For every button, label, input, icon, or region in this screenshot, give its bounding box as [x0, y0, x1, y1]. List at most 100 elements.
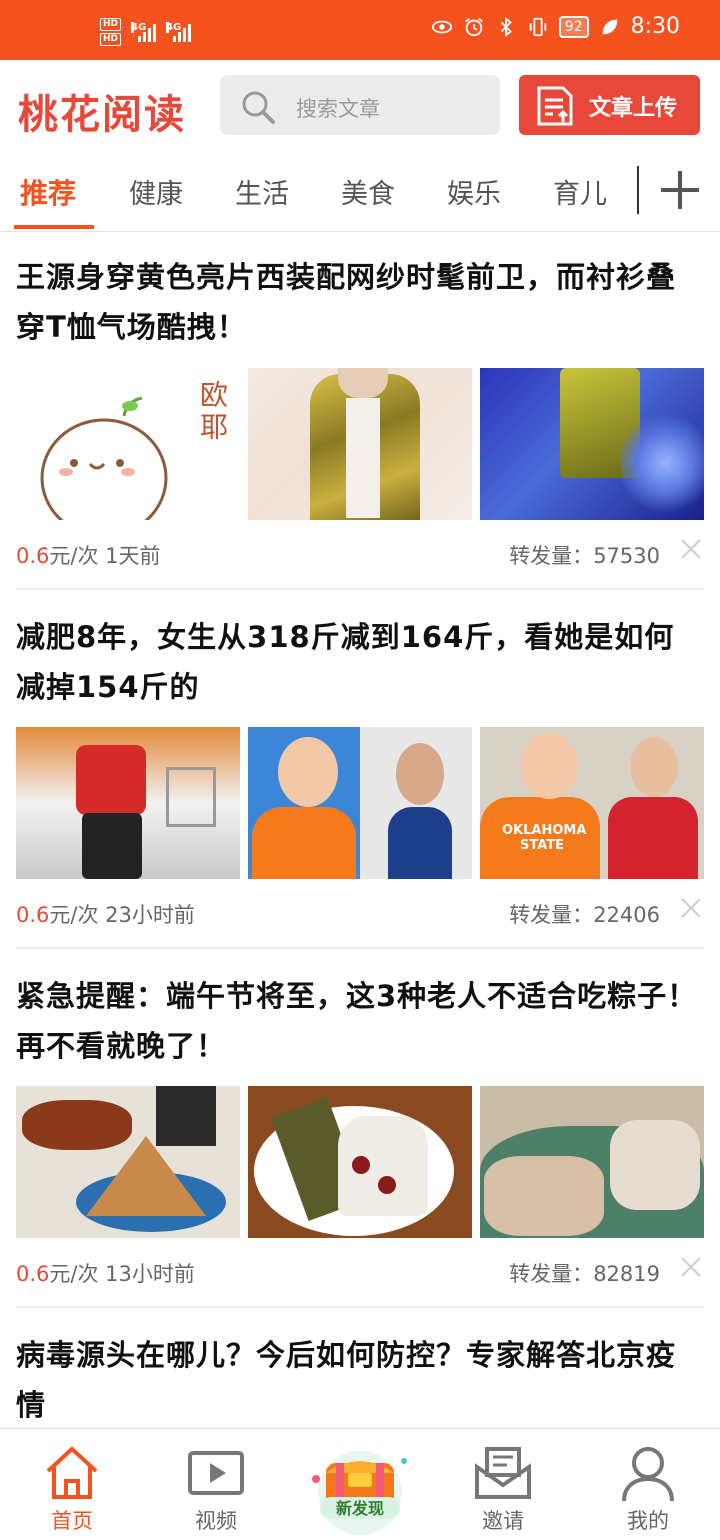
face-figure-1: [278, 737, 338, 807]
add-category-icon[interactable]: [658, 168, 702, 212]
red-shirt-figure: [76, 745, 146, 815]
publish-time: 13小时前: [105, 1262, 195, 1286]
article-card[interactable]: 紧急提醒：端午节将至，这3种老人不适合吃粽子！再不看就晚了！ 0.6元/次 13…: [16, 971, 704, 1311]
nav-discover-label: 新发现: [335, 1499, 384, 1518]
sticker-text: 欧耶: [196, 380, 229, 444]
leaf-icon: [602, 19, 617, 34]
status-bar: HD HD 4G 4G 92 8:30: [0, 0, 720, 60]
nav-home-label: 首页: [51, 1509, 93, 1533]
nav-discover[interactable]: 新发现: [310, 1439, 410, 1539]
article-title[interactable]: 减肥8年，女生从318斤减到164斤，看她是如何减掉154斤的: [16, 612, 704, 712]
eye-icon: [431, 20, 452, 33]
bottom-navigation: 首页 视频 新发现 邀请 我的: [0, 1428, 720, 1540]
publish-time: 23小时前: [105, 903, 195, 927]
signal-icon-1: 4G: [131, 22, 157, 42]
price-unit: 元/次: [49, 544, 99, 568]
status-right: 92 8:30: [431, 14, 680, 39]
publish-time: 1天前: [105, 544, 161, 568]
article-title[interactable]: 病毒源头在哪儿？今后如何防控？专家解答北京疫情: [16, 1330, 704, 1428]
treasure-chest-icon: [312, 1451, 407, 1535]
nav-home[interactable]: 首页: [12, 1429, 132, 1540]
article-card[interactable]: 减肥8年，女生从318斤减到164斤，看她是如何减掉154斤的 OKLAHOMA…: [16, 612, 704, 952]
battery-indicator: 92: [558, 15, 589, 38]
search-icon: [242, 91, 275, 124]
price-value: 0.6: [16, 544, 50, 568]
close-icon[interactable]: [680, 538, 702, 560]
tab-life[interactable]: 生活: [235, 172, 289, 211]
article-images: [16, 1086, 704, 1238]
shirt-text: OKLAHOMA STATE: [502, 823, 587, 853]
zongzi-figure: [86, 1136, 206, 1216]
sticker-image: 欧耶: [16, 368, 240, 520]
price-unit: 元/次: [49, 903, 99, 927]
hd-indicator: HD HD: [100, 18, 122, 46]
leggings-figure: [82, 813, 142, 879]
red-bean: [378, 1176, 396, 1194]
clock: 8:30: [630, 14, 680, 39]
article-card[interactable]: 王源身穿黄色亮片西装配网纱时髦前卫，而衬衫叠穿T恤气场酷拽！ 欧耶 0.6元/次…: [16, 252, 704, 592]
tab-entertainment[interactable]: 娱乐: [447, 172, 501, 211]
blue-top-figure: [388, 807, 452, 879]
category-tabs: 推荐 健康 生活 美食 娱乐 育儿: [0, 152, 720, 232]
price-value: 0.6: [16, 1262, 50, 1286]
video-icon: [188, 1451, 244, 1495]
nav-mine-label: 我的: [627, 1509, 669, 1533]
app-header: 桃花阅读 搜索文章 文章上传: [0, 60, 720, 152]
forward-label: 转发量：: [509, 544, 594, 568]
orange-shirt-figure: [252, 807, 356, 879]
cup-figure: [156, 1086, 216, 1146]
tab-parenting[interactable]: 育儿: [553, 172, 607, 211]
article-image-2: [248, 727, 472, 879]
signal-icon-2: 4G: [166, 22, 192, 42]
upload-article-button[interactable]: 文章上传: [519, 75, 700, 135]
app-logo: 桃花阅读: [18, 92, 186, 138]
nav-video-label: 视频: [195, 1509, 237, 1533]
article-card[interactable]: 病毒源头在哪儿？今后如何防控？专家解答北京疫情: [16, 1330, 704, 1428]
nav-invite[interactable]: 邀请: [443, 1429, 563, 1540]
bluetooth-icon: [500, 16, 512, 37]
price-unit: 元/次: [49, 1262, 99, 1286]
forward-label: 转发量：: [509, 903, 594, 927]
invite-envelope-icon: [475, 1447, 531, 1499]
forward-count: 转发量：82819: [509, 1258, 660, 1288]
article-title[interactable]: 紧急提醒：端午节将至，这3种老人不适合吃粽子！再不看就晚了！: [16, 971, 704, 1071]
article-divider: [16, 588, 704, 590]
hd-badge-1: HD: [100, 18, 122, 31]
status-left: HD HD 4G 4G: [100, 18, 192, 46]
face-figure: [338, 368, 388, 398]
article-price-time: 0.6元/次 23小时前: [16, 899, 195, 929]
home-icon: [46, 1446, 98, 1499]
network-label-1: 4G: [131, 22, 147, 33]
article-image-2: [248, 368, 472, 520]
nav-video[interactable]: 视频: [156, 1429, 276, 1540]
vibrate-icon: [529, 17, 547, 36]
stage-light: [620, 408, 704, 518]
zongzi-1: [484, 1156, 604, 1236]
article-image-3: OKLAHOMA STATE: [480, 727, 704, 879]
article-title[interactable]: 王源身穿黄色亮片西装配网纱时髦前卫，而衬衫叠穿T恤气场酷拽！: [16, 252, 704, 352]
active-tab-indicator: [14, 225, 94, 229]
article-meta: 0.6元/次 1天前 转发量：57530: [16, 538, 704, 570]
close-icon[interactable]: [680, 897, 702, 919]
price-value: 0.6: [16, 903, 50, 927]
article-price-time: 0.6元/次 1天前: [16, 540, 161, 570]
gym-machine: [166, 767, 216, 827]
article-image-1: [16, 1086, 240, 1238]
zongzi-2: [610, 1120, 700, 1210]
network-label-2: 4G: [166, 22, 182, 33]
tabs-divider: [637, 166, 639, 214]
article-image-3: [480, 1086, 704, 1238]
tab-recommend[interactable]: 推荐: [20, 172, 76, 212]
shirt-figure: [346, 398, 380, 518]
close-icon[interactable]: [680, 1256, 702, 1278]
tab-food[interactable]: 美食: [341, 172, 395, 211]
article-divider: [16, 1306, 704, 1308]
article-images: 欧耶: [16, 368, 704, 520]
hd-badge-2: HD: [100, 33, 122, 46]
nav-mine[interactable]: 我的: [588, 1429, 708, 1540]
article-image-3: [480, 368, 704, 520]
forward-value: 22406: [593, 903, 660, 927]
red-bean: [352, 1156, 370, 1174]
tab-health[interactable]: 健康: [129, 172, 183, 211]
search-box[interactable]: 搜索文章: [220, 75, 500, 135]
